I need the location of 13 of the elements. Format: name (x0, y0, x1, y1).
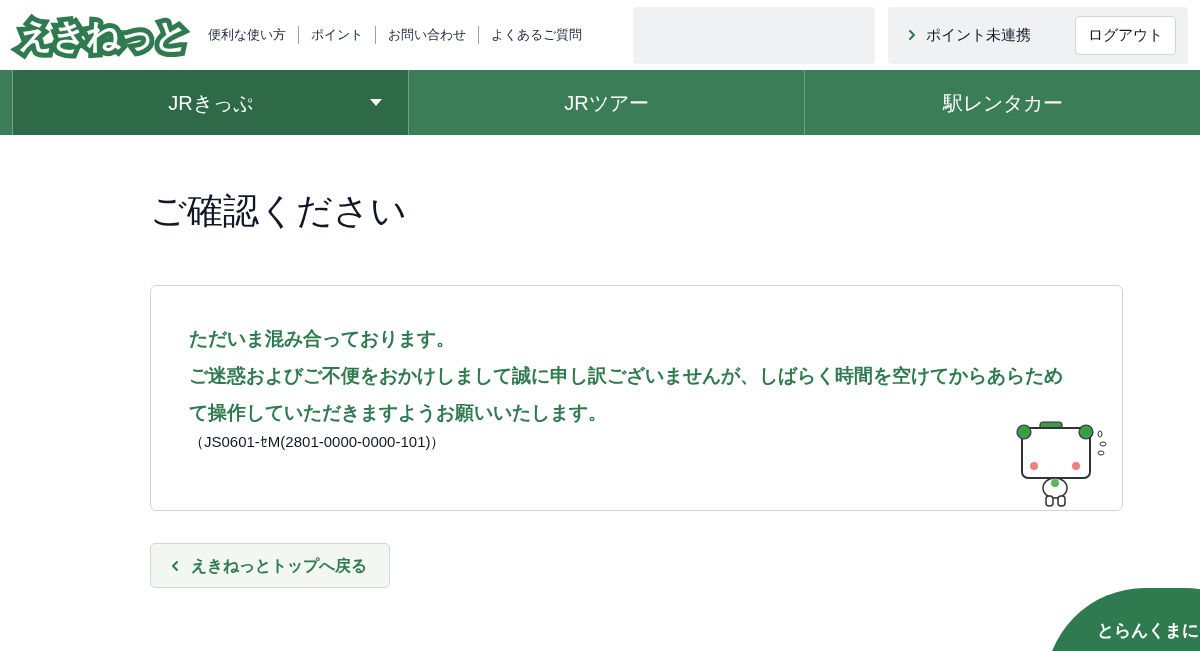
nav-tab[interactable]: JRきっぷ (12, 70, 408, 135)
logout-button[interactable]: ログアウト (1075, 15, 1176, 55)
page-title: ご確認ください (150, 189, 408, 233)
error-code: （JS0601-ｾM(2801-0000-0000-101)） (189, 432, 447, 452)
message-text: ただいま混み合っております。 (189, 327, 456, 351)
message-text: ご迷惑およびご不便をおかけしまして誠に申し訳ございませんが、しばらく時間を空けてからあらためて操作していただきますようお願いいたします。 (189, 364, 1064, 425)
header-link[interactable]: ポイント (311, 25, 363, 45)
points-link[interactable]: ポイント未連携 (904, 23, 1031, 47)
header-link[interactable]: 便利な使い方 (208, 25, 286, 45)
header-link[interactable]: お問い合わせ (388, 25, 466, 45)
back-to-top-button[interactable]: えきねっとトップへ戻る (150, 543, 390, 588)
logo[interactable]: えきねっと (12, 10, 194, 60)
header-link[interactable]: よくあるご質問 (491, 25, 582, 45)
